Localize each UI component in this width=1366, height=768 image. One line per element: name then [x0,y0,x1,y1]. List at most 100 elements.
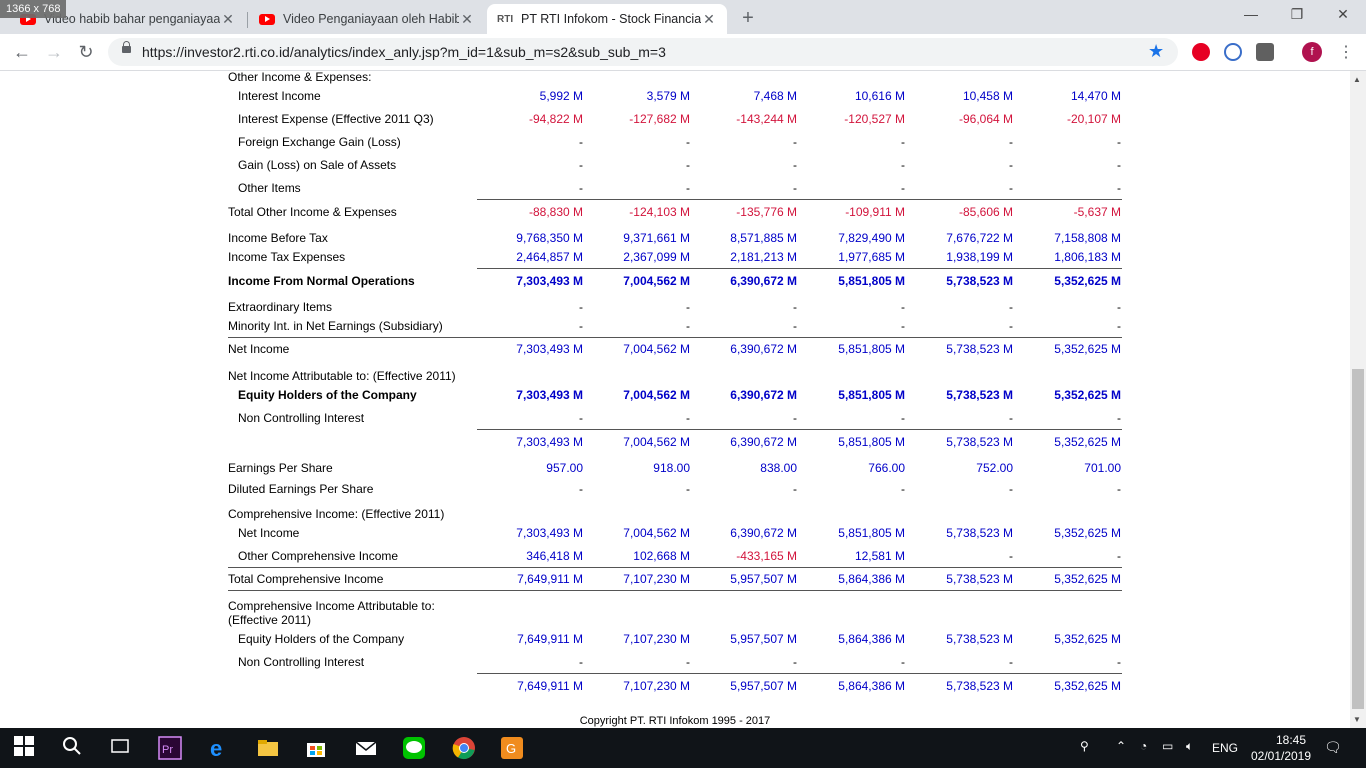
windows-start-icon[interactable] [14,736,38,760]
close-icon[interactable]: ✕ [459,11,475,28]
new-tab-button[interactable]: + [736,7,760,31]
value-cell: 838.00 [760,461,797,475]
value-cell: 5,738,523 M [946,342,1013,356]
value-cell: -109,911 M [845,205,905,219]
pinterest-icon[interactable] [1192,43,1210,61]
value-cell: 5,957,507 M [730,679,797,693]
app-orange-icon[interactable]: G [500,736,524,760]
value-cell: -120,527 M [844,112,905,126]
row-label: Other Comprehensive Income [238,549,399,563]
mail-icon[interactable] [354,736,378,760]
task-view-icon[interactable] [110,736,134,760]
value-cell: 918.00 [653,461,690,475]
value-cell: 701.00 [1084,461,1121,475]
row-label: Net Income Attributable to: (Effective 2… [228,369,456,383]
value-cell: 5,352,625 M [1054,572,1121,586]
row-label: Other Income & Expenses: [228,71,372,84]
notification-icon[interactable]: 🗨︎ [1324,739,1342,756]
close-icon[interactable]: ✕ [701,11,717,28]
divider [477,268,1122,269]
close-icon[interactable]: ✕ [220,11,236,28]
reload-icon[interactable]: ↻ [74,40,98,64]
volume-icon[interactable]: 🔈︎ [1186,739,1193,754]
battery-icon[interactable]: ▭ [1162,739,1173,753]
row-label: (Effective 2011) [228,613,311,627]
tab-rti-active[interactable]: RTI PT RTI Infokom - Stock Financial ✕ [487,4,727,34]
chat-extension-icon[interactable] [1256,43,1274,61]
people-icon[interactable]: ⚲ [1080,739,1089,753]
premiere-icon[interactable]: Pr [158,736,182,760]
value-cell: -20,107 M [1066,112,1121,126]
value-cell: 5,352,625 M [1054,435,1121,449]
extension-icon[interactable] [1224,43,1242,61]
network-icon[interactable]: ◔ [1140,739,1147,753]
avatar[interactable]: f [1302,42,1322,62]
value-cell: 7,004,562 M [623,526,690,540]
svg-text:G: G [506,741,516,756]
value-cell: 8,571,885 M [730,231,797,245]
clock-date[interactable]: 02/01/2019 [1246,749,1316,763]
file-explorer-icon[interactable] [256,736,280,760]
chevron-up-icon[interactable]: ⌃ [1116,739,1126,753]
value-cell: 5,864,386 M [838,632,905,646]
clock-time[interactable]: 18:45 [1262,733,1320,747]
star-icon[interactable]: ★ [1148,41,1164,62]
value-cell: 7,004,562 M [623,342,690,356]
tab-title: Video habib bahar penganiayaan [44,12,220,26]
scroll-thumb[interactable] [1352,369,1364,709]
row-label: Foreign Exchange Gain (Loss) [238,135,401,149]
row-label: Minority Int. in Net Earnings (Subsidiar… [228,319,443,333]
row-label: Equity Holders of the Company [238,632,405,646]
edge-icon[interactable]: e [208,736,232,761]
value-cell: - [686,300,690,314]
value-cell: 2,181,213 M [730,250,797,264]
value-cell: 7,158,808 M [1054,231,1121,245]
search-icon[interactable] [62,736,86,760]
row-label: Extraordinary Items [228,300,333,314]
value-cell: -96,064 M [958,112,1013,126]
value-cell: 7,107,230 M [623,632,690,646]
value-cell: 5,851,805 M [838,435,905,449]
value-cell: - [686,482,690,496]
minimize-icon[interactable]: — [1236,6,1266,26]
back-icon[interactable]: ← [10,40,34,64]
value-cell: -85,606 M [958,205,1013,219]
chrome-icon[interactable] [452,736,476,760]
divider [477,673,1122,674]
restore-icon[interactable]: ❐ [1282,6,1312,26]
scrollbar[interactable]: ▲ ▼ [1350,71,1366,728]
value-cell: 5,352,625 M [1054,632,1121,646]
copyright-text: Copyright PT. RTI Infokom 1995 - 2017 [579,715,771,727]
value-cell: 5,851,805 M [838,274,905,288]
value-cell: - [793,482,797,496]
divider [228,337,1122,338]
language-indicator[interactable]: ENG [1212,741,1238,755]
value-cell: 10,616 M [854,89,905,103]
value-cell: - [1009,549,1013,563]
value-cell: 5,738,523 M [946,274,1013,288]
close-window-icon[interactable]: ✕ [1328,6,1358,26]
value-cell: 7,303,493 M [516,342,583,356]
value-cell: - [901,411,905,425]
tab-title: PT RTI Infokom - Stock Financial [521,12,701,26]
value-cell: -5,637 M [1073,205,1121,219]
value-cell: 7,468 M [753,89,797,103]
store-icon[interactable] [304,736,328,760]
value-cell: 5,352,625 M [1054,526,1121,540]
value-cell: - [793,655,797,669]
value-cell: - [901,482,905,496]
value-cell: 10,458 M [962,89,1013,103]
scroll-down-icon[interactable]: ▼ [1353,715,1361,724]
address-bar[interactable]: https://investor2.rti.co.id/analytics/in… [108,38,1178,66]
kebab-menu-icon[interactable]: ⋮ [1338,42,1354,62]
value-cell: - [579,300,583,314]
row-label: Comprehensive Income: (Effective 2011) [228,507,445,521]
scroll-up-icon[interactable]: ▲ [1353,75,1361,84]
value-cell: - [1009,300,1013,314]
row-label: Diluted Earnings Per Share [228,482,374,496]
value-cell: 1,938,199 M [946,250,1013,264]
value-cell: 7,649,911 M [517,632,583,646]
line-app-icon[interactable] [402,736,426,760]
forward-icon[interactable]: → [42,40,66,64]
tab-video-2[interactable]: Video Penganiayaan oleh Habib ✕ [249,4,485,34]
